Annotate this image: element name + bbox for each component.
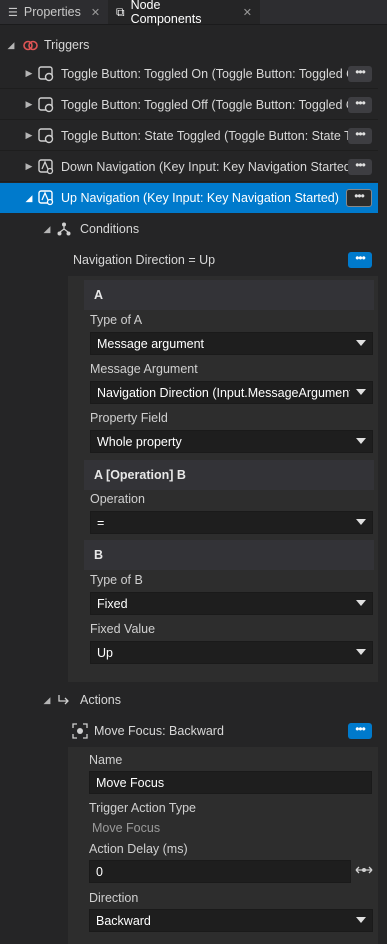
- toggle-button-trigger-icon: [38, 65, 54, 82]
- type-of-b-value: Fixed: [97, 596, 128, 611]
- actions-icon: [56, 692, 72, 708]
- action-title: Move Focus: Backward: [94, 724, 224, 738]
- dropdown-caret-icon: [356, 519, 366, 525]
- trigger-action-type-value: Move Focus: [92, 821, 161, 835]
- tab-node-components[interactable]: ⧉ Node Components ✕: [108, 0, 260, 26]
- dropdown-caret-icon: [356, 340, 366, 346]
- actions-title: Actions: [80, 693, 121, 707]
- expand-triangle-icon[interactable]: ▶: [24, 161, 34, 172]
- condition-title: Navigation Direction = Up: [73, 253, 216, 267]
- message-argument-value: Navigation Direction (Input.MessageArgum…: [97, 385, 350, 400]
- condition-item[interactable]: Navigation Direction = Up •••: [0, 245, 378, 275]
- tab-properties-label: Properties: [23, 5, 81, 19]
- expand-triangle-icon[interactable]: ▶: [24, 99, 34, 110]
- condition-more-options-button[interactable]: •••: [348, 252, 372, 268]
- section-b-title: B: [94, 548, 104, 562]
- trigger-label: Toggle Button: Toggled Off (Toggle Butto…: [61, 97, 349, 112]
- type-of-a-value: Message argument: [97, 336, 205, 351]
- dropdown-caret-icon: [356, 917, 366, 923]
- conditions-icon: [56, 221, 72, 237]
- key-input-trigger-icon: [38, 190, 54, 206]
- fixed-value-label: Fixed Value: [90, 622, 156, 636]
- section-a-header: A: [84, 280, 374, 310]
- dropdown-caret-icon: [356, 438, 366, 444]
- more-options-button[interactable]: •••: [348, 66, 372, 82]
- tab-node-components-label: Node Components: [130, 0, 202, 26]
- name-label: Name: [89, 753, 123, 767]
- close-icon[interactable]: ✕: [91, 6, 100, 19]
- collapse-triangle-icon[interactable]: ◢: [42, 695, 52, 706]
- fixed-value-value: Up: [97, 645, 113, 660]
- toggle-button-trigger-icon: [38, 96, 54, 113]
- type-of-b-select[interactable]: Fixed: [90, 592, 373, 615]
- tab-bar: ☰ Properties ✕ ⧉ Node Components ✕: [0, 0, 387, 26]
- more-options-button[interactable]: •••: [346, 189, 372, 207]
- conditions-title: Conditions: [80, 222, 140, 236]
- trigger-label: Toggle Button: State Toggled (Toggle But…: [61, 128, 349, 143]
- component-icon: ⧉: [116, 4, 125, 19]
- property-field-select[interactable]: Whole property: [90, 430, 373, 453]
- tab-properties[interactable]: ☰ Properties ✕: [0, 0, 108, 24]
- collapse-triangle-icon[interactable]: ◢: [42, 224, 52, 235]
- more-options-button[interactable]: •••: [348, 97, 372, 113]
- action-item[interactable]: Move Focus: Backward •••: [0, 716, 378, 746]
- node-components-panel: ◢ Triggers ▶ Toggle Button: Toggled On (…: [0, 25, 387, 944]
- action-delay-label: Action Delay (ms): [89, 842, 188, 856]
- more-options-button[interactable]: •••: [348, 159, 372, 175]
- trigger-icon: [22, 37, 38, 53]
- type-of-a-label: Type of A: [90, 313, 143, 327]
- trigger-action-type-label: Trigger Action Type: [89, 801, 197, 815]
- trigger-label: Up Navigation (Key Input: Key Navigation…: [61, 191, 339, 205]
- expand-triangle-icon[interactable]: ▶: [24, 68, 34, 79]
- type-of-a-select[interactable]: Message argument: [90, 332, 373, 355]
- operation-select[interactable]: =: [90, 511, 373, 534]
- type-of-b-label: Type of B: [90, 573, 143, 587]
- action-delay-input[interactable]: 0: [89, 860, 351, 883]
- expand-triangle-icon[interactable]: ▶: [24, 130, 34, 141]
- trigger-label: Down Navigation (Key Input: Key Navigati…: [61, 159, 349, 174]
- message-argument-select[interactable]: Navigation Direction (Input.MessageArgum…: [90, 381, 373, 404]
- fixed-value-select[interactable]: Up: [90, 641, 373, 664]
- direction-value: Backward: [96, 913, 151, 928]
- direction-select[interactable]: Backward: [89, 909, 373, 932]
- operation-value: =: [97, 515, 105, 530]
- list-icon: ☰: [8, 6, 18, 19]
- section-operation-header: A [Operation] B: [84, 460, 374, 490]
- action-delay-value: 0: [96, 864, 103, 879]
- collapse-triangle-icon[interactable]: ◢: [24, 193, 34, 204]
- direction-label: Direction: [89, 891, 139, 905]
- trigger-item-selected[interactable]: ◢ Up Navigation (Key Input: Key Navigati…: [0, 183, 378, 213]
- drag-adjust-icon[interactable]: [355, 863, 373, 880]
- message-argument-label: Message Argument: [90, 362, 198, 376]
- property-field-value: Whole property: [97, 434, 182, 449]
- conditions-header[interactable]: ◢ Conditions: [0, 214, 378, 244]
- operation-label: Operation: [90, 492, 145, 506]
- triggers-title: Triggers: [44, 38, 90, 52]
- trigger-label: Toggle Button: Toggled On (Toggle Button…: [61, 66, 349, 81]
- more-options-button[interactable]: •••: [348, 128, 372, 144]
- toggle-button-trigger-icon: [38, 127, 54, 144]
- dropdown-caret-icon: [356, 600, 366, 606]
- section-operation-title: A [Operation] B: [94, 468, 186, 482]
- key-input-trigger-icon: [38, 158, 54, 175]
- close-icon[interactable]: ✕: [243, 6, 252, 19]
- trigger-item[interactable]: ▶ Toggle Button: Toggled Off (Toggle But…: [0, 90, 378, 120]
- actions-header[interactable]: ◢ Actions: [0, 685, 378, 715]
- action-more-options-button[interactable]: •••: [348, 723, 372, 739]
- triggers-header[interactable]: ◢ Triggers: [0, 30, 378, 60]
- dropdown-caret-icon: [356, 389, 366, 395]
- name-value: Move Focus: [96, 775, 165, 790]
- name-input[interactable]: Move Focus: [89, 771, 372, 794]
- section-a-title: A: [94, 288, 104, 302]
- trigger-item[interactable]: ▶ Toggle Button: Toggled On (Toggle Butt…: [0, 59, 378, 89]
- property-field-label: Property Field: [90, 411, 168, 425]
- trigger-item[interactable]: ▶ Toggle Button: State Toggled (Toggle B…: [0, 121, 378, 151]
- dropdown-caret-icon: [356, 649, 366, 655]
- section-b-header: B: [84, 540, 374, 570]
- collapse-triangle-icon[interactable]: ◢: [6, 40, 16, 51]
- move-focus-icon: [72, 723, 88, 739]
- trigger-item[interactable]: ▶ Down Navigation (Key Input: Key Naviga…: [0, 152, 378, 182]
